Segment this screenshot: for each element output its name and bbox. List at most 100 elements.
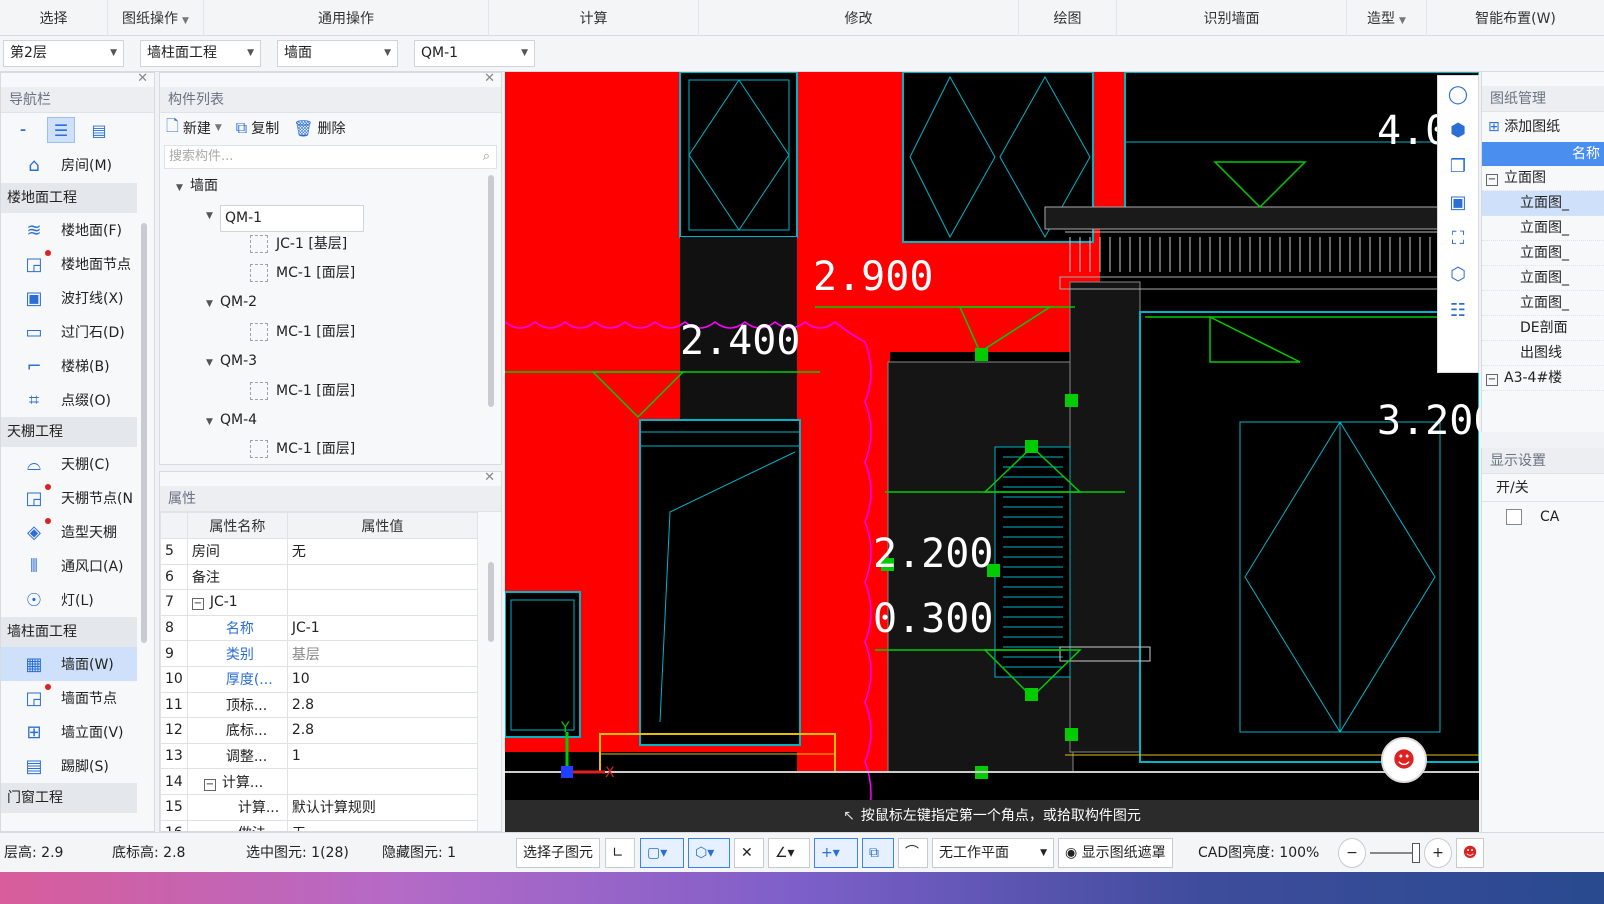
list-view-icon[interactable]: ☰ bbox=[47, 117, 75, 143]
fit-view-icon[interactable]: ⛶ bbox=[1438, 220, 1478, 256]
checkbox[interactable] bbox=[250, 440, 268, 458]
curve-icon[interactable]: ⌒ bbox=[898, 838, 928, 868]
nav-item-threshold[interactable]: ▭ 过门石(D) bbox=[1, 315, 154, 349]
ortho-icon[interactable]: ∟ bbox=[605, 838, 635, 868]
assistant-avatar[interactable]: ☻ bbox=[1381, 737, 1427, 783]
property-value[interactable]: JC-1 bbox=[286, 614, 479, 642]
type-select[interactable]: 墙面 ▼ bbox=[277, 40, 398, 67]
property-value[interactable] bbox=[286, 563, 479, 591]
tree-leaf[interactable]: JC-1 [基层] bbox=[250, 231, 347, 257]
collapse-icon[interactable]: ⁃ bbox=[9, 117, 37, 143]
select-box-icon[interactable]: ▢▾ bbox=[640, 838, 684, 868]
component-search-input[interactable]: 搜索构件... ⌕ bbox=[164, 145, 497, 169]
copy-mode-icon[interactable]: ⧉ bbox=[862, 838, 894, 868]
nav-group-wall[interactable]: 墙柱面工程 bbox=[1, 617, 137, 647]
intersect-icon[interactable]: ✕ bbox=[734, 838, 764, 868]
property-value[interactable]: 1 bbox=[286, 742, 479, 770]
property-value[interactable]: 无 bbox=[286, 538, 479, 565]
nav-item-room[interactable]: ⌂ 房间(M) bbox=[1, 147, 154, 183]
property-value[interactable]: 10 bbox=[286, 665, 479, 693]
floor-select[interactable]: 第2层 ▼ bbox=[3, 40, 124, 67]
tree-node[interactable]: − 立面图 bbox=[1482, 166, 1604, 191]
tree-node-qm1[interactable]: ▼ QM-1 bbox=[206, 201, 364, 232]
cube-view-icon[interactable]: ❒ bbox=[1438, 148, 1478, 184]
nav-item-wall-node[interactable]: ◲ 墙面节点 bbox=[1, 681, 154, 715]
show-mask-button[interactable]: ◉ 显示图纸遮罩 bbox=[1058, 838, 1173, 868]
nav-item-shaped-ceiling[interactable]: ◈ 造型天棚 bbox=[1, 515, 154, 549]
tree-node-qm2[interactable]: ▼ QM-2 bbox=[206, 289, 257, 315]
checkbox[interactable] bbox=[250, 382, 268, 400]
list-item[interactable]: 立面图_ bbox=[1482, 266, 1604, 291]
list-item[interactable]: 立面图_ bbox=[1482, 291, 1604, 316]
cad-canvas[interactable]: 4.00 2.900 2.400 3.200 2.200 0.300 X Y ☻ bbox=[505, 72, 1479, 832]
tree-leaf[interactable]: MC-1 [面层] bbox=[250, 319, 355, 345]
nav-item-ceiling-node[interactable]: ◲ 天棚节点(N bbox=[1, 481, 154, 515]
nav-item-stairs[interactable]: ⌐ 楼梯(B) bbox=[1, 349, 154, 383]
nav-item-floor-node[interactable]: ◲ 楼地面节点 bbox=[1, 247, 154, 281]
tab-shape[interactable]: 造型 ▼ bbox=[1347, 0, 1427, 36]
tab-smart-layout[interactable]: 智能布置(W) bbox=[1427, 0, 1604, 36]
checkbox[interactable] bbox=[250, 264, 268, 282]
close-icon[interactable]: ✕ bbox=[484, 472, 495, 485]
checkbox[interactable] bbox=[250, 235, 268, 253]
copy-button[interactable]: ⧉ 复制 bbox=[236, 118, 279, 138]
assistant-icon[interactable]: ☻ bbox=[1456, 838, 1484, 868]
close-icon[interactable]: ✕ bbox=[484, 71, 495, 86]
nav-item-floor[interactable]: ≋ 楼地面(F) bbox=[1, 213, 154, 247]
nav-item-border-line[interactable]: ▣ 波打线(X) bbox=[1, 281, 154, 315]
collapse-icon[interactable]: − bbox=[191, 598, 204, 611]
display-checkbox[interactable] bbox=[1506, 509, 1522, 525]
orbit-icon[interactable]: ◯ bbox=[1438, 76, 1478, 112]
tab-modify[interactable]: 修改 bbox=[699, 0, 1019, 36]
tree-node[interactable]: − A3-4#楼 bbox=[1482, 366, 1604, 391]
list-item[interactable]: 出图线 bbox=[1482, 341, 1604, 366]
nav-item-ceiling[interactable]: ⌓ 天棚(C) bbox=[1, 447, 154, 481]
tree-leaf[interactable]: MC-1 [面层] bbox=[250, 378, 355, 404]
cube-solid-icon[interactable]: ▣ bbox=[1438, 184, 1478, 220]
properties-scrollbar[interactable] bbox=[488, 562, 494, 642]
nav-item-wall-elevation[interactable]: ⊞ 墙立面(V) bbox=[1, 715, 154, 749]
nav-scrollbar[interactable] bbox=[141, 223, 147, 643]
tab-select[interactable]: 选择 bbox=[0, 0, 108, 36]
layer-cube-icon[interactable]: ⬡ bbox=[1438, 256, 1478, 292]
list-item[interactable]: 立面图_ bbox=[1482, 241, 1604, 266]
snap-point-icon[interactable]: +▾ bbox=[814, 838, 858, 868]
tab-general-ops[interactable]: 通用操作 bbox=[204, 0, 489, 36]
property-value[interactable]: 无 bbox=[286, 819, 479, 831]
nav-item-light[interactable]: ☉ 灯(L) bbox=[1, 583, 154, 617]
category-select[interactable]: 墙柱面工程 ▼ bbox=[140, 40, 261, 67]
list-item[interactable]: DE剖面 bbox=[1482, 316, 1604, 341]
tree-node-qm4[interactable]: ▼ QM-4 bbox=[206, 407, 257, 433]
view-list-icon[interactable]: ☷ bbox=[1438, 292, 1478, 328]
nav-item-wall-surface[interactable]: ▦ 墙面(W) bbox=[1, 647, 137, 681]
zoom-out-icon[interactable]: − bbox=[1338, 838, 1366, 868]
collapse-icon[interactable]: − bbox=[203, 778, 216, 791]
checkbox[interactable] bbox=[250, 323, 268, 341]
tree-leaf[interactable]: MC-1 [面层] bbox=[250, 260, 355, 286]
tab-calculate[interactable]: 计算 bbox=[489, 0, 699, 36]
work-plane-select[interactable]: 无工作平面 ▼ bbox=[932, 838, 1054, 868]
list-item[interactable]: 立面图_ bbox=[1482, 216, 1604, 241]
angle-icon[interactable]: ∠▾ bbox=[768, 838, 810, 868]
tab-draw[interactable]: 绘图 bbox=[1019, 0, 1117, 36]
select-child-button[interactable]: 选择子图元 bbox=[516, 838, 600, 868]
close-icon[interactable]: ✕ bbox=[137, 71, 148, 86]
nav-item-vent[interactable]: ⦀ 通风口(A) bbox=[1, 549, 154, 583]
detail-view-icon[interactable]: ▤ bbox=[85, 117, 113, 143]
component-select[interactable]: QM-1 ▼ bbox=[414, 40, 535, 67]
brightness-slider-handle[interactable] bbox=[1412, 843, 1420, 863]
nav-group-ceiling[interactable]: 天棚工程 bbox=[1, 417, 137, 447]
tab-drawing-ops[interactable]: 图纸操作 ▼ bbox=[108, 0, 204, 36]
delete-button[interactable]: 🗑 删除 bbox=[293, 118, 345, 138]
property-value[interactable]: 默认计算规则 bbox=[286, 793, 479, 821]
nav-group-floor[interactable]: 楼地面工程 bbox=[1, 183, 137, 213]
nav-group-doors-windows[interactable]: 门窗工程 bbox=[1, 783, 137, 813]
tree-node-qm3[interactable]: ▼ QM-3 bbox=[206, 348, 257, 374]
property-value[interactable]: 2.8 bbox=[286, 691, 479, 719]
tree-root[interactable]: ▼ 墙面 bbox=[176, 173, 218, 199]
list-item[interactable]: 立面图_ bbox=[1482, 191, 1604, 216]
tree-leaf[interactable]: MC-1 [面层] bbox=[250, 436, 355, 462]
tab-identify-wall[interactable]: 识别墙面 bbox=[1117, 0, 1347, 36]
new-button[interactable]: 🗋 新建 ▼ bbox=[166, 115, 222, 142]
3d-snap-icon[interactable]: ⬡▾ bbox=[688, 838, 730, 868]
